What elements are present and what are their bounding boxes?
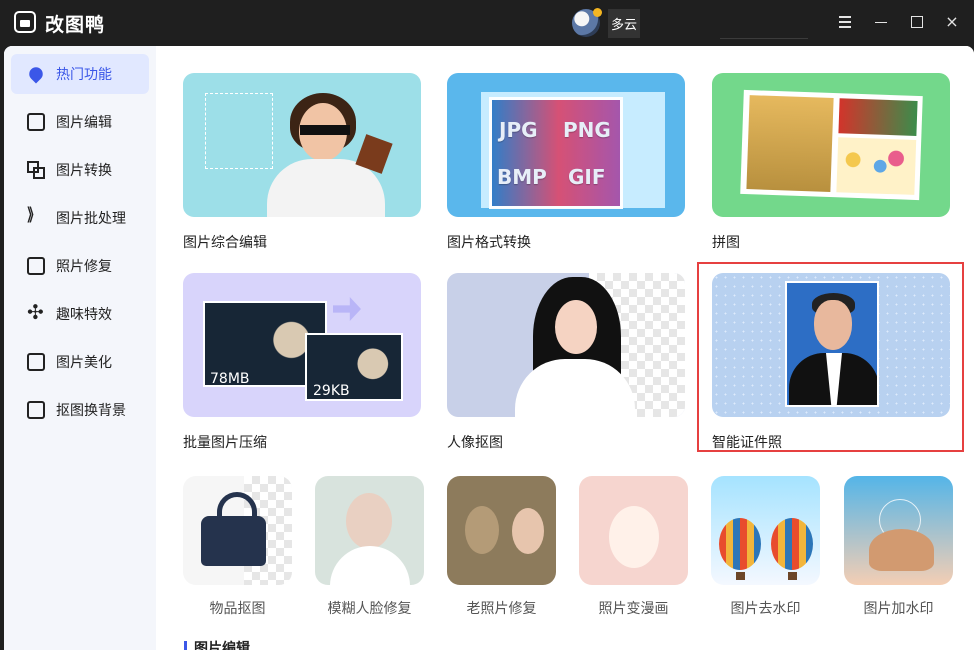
tool-label: 图片去水印 xyxy=(730,601,801,617)
weather-icon xyxy=(572,8,602,37)
tool-thumbnail xyxy=(579,476,688,585)
feature-label: 批量图片压缩 xyxy=(183,435,267,451)
format-label: PNG xyxy=(563,118,611,142)
background-cutout-icon xyxy=(27,401,45,419)
sidebar-item-label: 抠图换背景 xyxy=(56,403,126,419)
tool-card-object-cutout[interactable]: 物品抠图 xyxy=(183,476,292,618)
convert-icon xyxy=(27,161,45,179)
sidebar-item-label: 图片美化 xyxy=(56,355,112,371)
section-marker xyxy=(184,641,187,650)
feature-card-collage[interactable]: 拼图 xyxy=(712,73,950,252)
tool-label: 物品抠图 xyxy=(209,601,266,617)
feature-label: 智能证件照 xyxy=(712,435,782,451)
original-size-label: 78MB xyxy=(210,371,250,387)
sidebar-item-label: 图片批处理 xyxy=(56,211,126,227)
feature-thumbnail xyxy=(712,73,950,217)
flame-icon xyxy=(26,64,46,84)
feature-thumbnail xyxy=(183,73,421,217)
close-button[interactable]: × xyxy=(941,11,963,33)
feature-label: 图片格式转换 xyxy=(447,235,531,251)
tool-card-add-watermark[interactable]: 图片加水印 xyxy=(844,476,953,618)
feature-thumbnail xyxy=(447,273,685,417)
sidebar-item-image-beauty[interactable]: 图片美化 xyxy=(11,342,149,382)
maximize-button[interactable] xyxy=(906,11,928,33)
tool-card-remove-watermark[interactable]: 图片去水印 xyxy=(711,476,820,618)
sidebar-item-fun-effects[interactable]: 趣味特效 xyxy=(11,294,149,334)
feature-card-format-convert[interactable]: JPG PNG BMP GIF 图片格式转换 xyxy=(447,73,685,252)
sidebar-item-image-convert[interactable]: 图片转换 xyxy=(11,150,149,190)
tool-card-photo-to-comic[interactable]: 照片变漫画 xyxy=(579,476,688,618)
format-label: BMP xyxy=(497,165,547,189)
feature-card-batch-compress[interactable]: 78MB 29KB 批量图片压缩 xyxy=(183,273,421,452)
weather-label: 多云 xyxy=(608,8,641,38)
minimize-icon xyxy=(875,22,887,23)
tool-label: 老照片修复 xyxy=(466,601,537,617)
sparkle-icon xyxy=(27,300,45,324)
sidebar-item-image-edit[interactable]: 图片编辑 xyxy=(11,102,149,142)
sidebar-item-hot-features[interactable]: 热门功能 xyxy=(11,54,149,94)
format-label: GIF xyxy=(568,165,606,189)
tool-label: 照片变漫画 xyxy=(598,601,669,617)
tool-label: 模糊人脸修复 xyxy=(327,601,412,617)
image-edit-icon xyxy=(27,113,45,131)
feature-label: 拼图 xyxy=(712,235,740,251)
feature-thumbnail: 78MB 29KB xyxy=(183,273,421,417)
main-content: 图片综合编辑 JPG PNG BMP GIF 图片格式转换 拼图 78MB 29KB 批… xyxy=(156,46,974,650)
tool-thumbnail xyxy=(183,476,292,585)
feature-card-portrait-cutout[interactable]: 人像抠图 xyxy=(447,273,685,452)
weather-widget[interactable]: 多云 xyxy=(572,8,641,38)
sidebar-item-label: 趣味特效 xyxy=(56,307,112,323)
feature-thumbnail xyxy=(712,273,950,417)
image-beauty-icon xyxy=(27,353,45,371)
feature-card-comprehensive-edit[interactable]: 图片综合编辑 xyxy=(183,73,421,252)
maximize-icon xyxy=(911,16,923,28)
sidebar-item-label: 图片编辑 xyxy=(56,115,112,131)
sidebar-item-photo-repair[interactable]: 照片修复 xyxy=(11,246,149,286)
tool-thumbnail xyxy=(315,476,424,585)
photo-repair-icon xyxy=(27,257,45,275)
sidebar-item-background-cutout[interactable]: 抠图换背景 xyxy=(11,390,149,430)
app-title: 改图鸭 xyxy=(45,14,106,36)
sidebar-item-label: 照片修复 xyxy=(56,259,112,275)
menu-icon xyxy=(839,16,851,18)
feature-label: 图片综合编辑 xyxy=(183,235,267,251)
section-title: 图片编辑 xyxy=(194,641,250,650)
sidebar-item-label: 图片转换 xyxy=(56,163,112,179)
tool-thumbnail xyxy=(844,476,953,585)
tool-label: 图片加水印 xyxy=(863,601,934,617)
batch-icon xyxy=(26,204,45,227)
title-bar: 改图鸭 多云 × xyxy=(0,0,974,46)
main-window: 热门功能 图片编辑 图片转换 图片批处理 照片修复 趣味特效 图片美化 抠图换背… xyxy=(4,46,974,650)
sidebar-item-label: 热门功能 xyxy=(56,67,112,83)
feature-thumbnail: JPG PNG BMP GIF xyxy=(447,73,685,217)
menu-button[interactable] xyxy=(834,11,856,33)
compressed-size-label: 29KB xyxy=(313,383,350,399)
sidebar-item-batch-process[interactable]: 图片批处理 xyxy=(11,198,149,238)
tool-thumbnail xyxy=(447,476,556,585)
format-label: JPG xyxy=(499,118,538,142)
sidebar: 热门功能 图片编辑 图片转换 图片批处理 照片修复 趣味特效 图片美化 抠图换背… xyxy=(4,46,156,650)
tool-card-blur-face-repair[interactable]: 模糊人脸修复 xyxy=(315,476,424,618)
app-logo-icon xyxy=(14,11,36,33)
title-divider xyxy=(720,38,808,39)
feature-card-smart-id-photo[interactable]: 智能证件照 xyxy=(712,273,950,452)
tool-card-old-photo-repair[interactable]: 老照片修复 xyxy=(447,476,556,618)
tool-thumbnail xyxy=(711,476,820,585)
minimize-button[interactable] xyxy=(870,11,892,33)
close-icon: × xyxy=(945,12,959,31)
feature-label: 人像抠图 xyxy=(447,435,503,451)
